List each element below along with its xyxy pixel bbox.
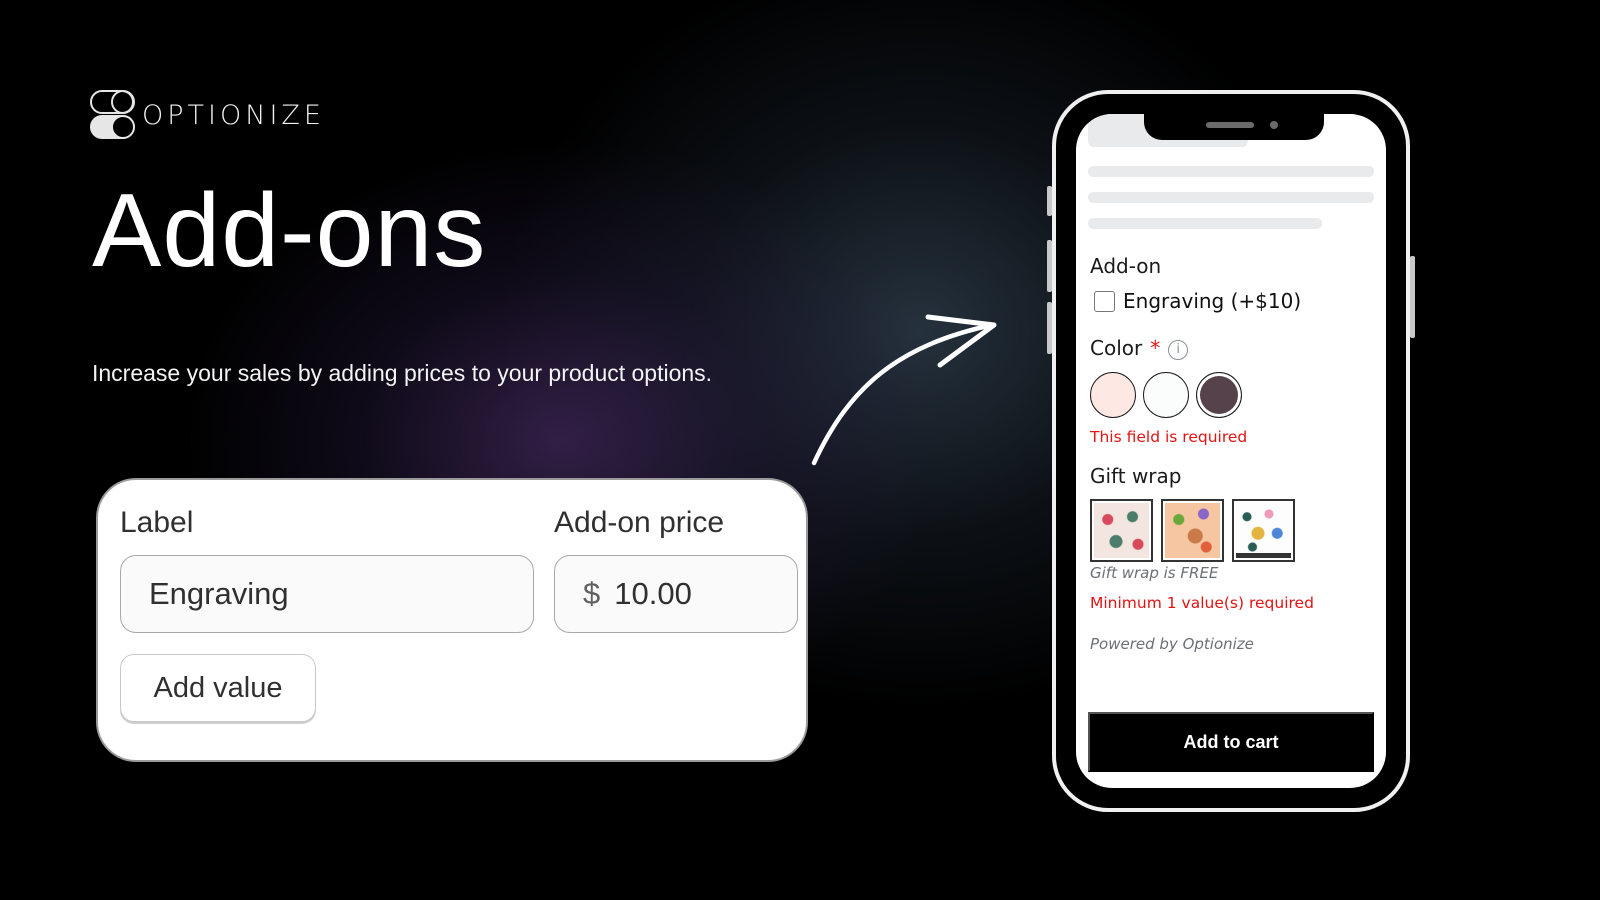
phone-notch: [1144, 114, 1324, 140]
gift-wrap-options: [1090, 499, 1295, 562]
color-label-text: Color: [1090, 336, 1143, 360]
gift-wrap-option-3[interactable]: [1232, 499, 1295, 562]
color-section-label: Color * i: [1090, 336, 1189, 360]
gift-wrap-error-message: Minimum 1 value(s) required: [1090, 594, 1314, 612]
phone-power-button: [1410, 256, 1415, 338]
addon-section-label: Add-on: [1090, 254, 1162, 278]
phone-mockup: Add-on Engraving (+$10) Color * i This fie…: [1047, 90, 1415, 812]
peach-party-pattern-image: [1165, 503, 1220, 558]
brand-name: OPTIONIZE: [142, 99, 325, 131]
gift-wrap-option-2[interactable]: [1161, 499, 1224, 562]
page-subtitle: Increase your sales by adding prices to …: [92, 360, 713, 386]
phone-mute-button: [1047, 186, 1052, 216]
gift-wrap-note: Gift wrap is FREE: [1090, 564, 1219, 582]
color-swatches: [1090, 372, 1242, 418]
speaker-icon: [1206, 122, 1254, 128]
price-input[interactable]: $ 10.00: [554, 555, 798, 633]
skeleton-line: [1088, 166, 1374, 177]
red-green-gift-pattern-image: [1094, 503, 1149, 558]
gift-wrap-section-label: Gift wrap: [1090, 464, 1182, 488]
phone-screen: Add-on Engraving (+$10) Color * i This fie…: [1076, 114, 1386, 788]
color-error-message: This field is required: [1090, 428, 1248, 446]
label-input[interactable]: Engraving: [120, 555, 534, 633]
swatch-dark-plum[interactable]: [1196, 372, 1242, 418]
engraving-checkbox[interactable]: [1094, 290, 1115, 312]
currency-symbol: $: [583, 576, 601, 611]
white-confetti-gift-pattern-image: [1236, 503, 1291, 558]
engraving-checkbox-label: Engraving (+$10): [1123, 289, 1302, 313]
price-input-value: 10.00: [614, 576, 692, 611]
phone-volume-down-button: [1047, 302, 1052, 354]
phone-volume-up-button: [1047, 240, 1052, 292]
toggle-logo-icon: [90, 89, 135, 140]
label-input-value: Engraving: [149, 576, 289, 611]
curved-arrow-icon: [811, 314, 997, 466]
info-icon[interactable]: i: [1168, 339, 1189, 360]
required-asterisk: *: [1150, 336, 1161, 360]
gift-wrap-option-1[interactable]: [1090, 499, 1153, 562]
powered-by-text: Powered by Optionize: [1090, 635, 1254, 653]
engraving-option[interactable]: Engraving (+$10): [1094, 289, 1301, 313]
swatch-white[interactable]: [1143, 372, 1189, 418]
add-value-button[interactable]: Add value: [120, 654, 316, 722]
skeleton-line: [1088, 218, 1322, 229]
price-heading: Add-on price: [554, 506, 725, 539]
page-title: Add-ons: [92, 173, 487, 289]
label-heading: Label: [120, 506, 194, 539]
add-to-cart-button[interactable]: Add to cart: [1088, 712, 1374, 772]
camera-icon: [1270, 121, 1278, 129]
skeleton-line: [1088, 192, 1374, 203]
brand-logo: OPTIONIZE: [90, 89, 325, 140]
addon-editor-card: Label Add-on price Engraving $ 10.00 Add…: [96, 478, 808, 762]
swatch-light-pink[interactable]: [1090, 372, 1136, 418]
